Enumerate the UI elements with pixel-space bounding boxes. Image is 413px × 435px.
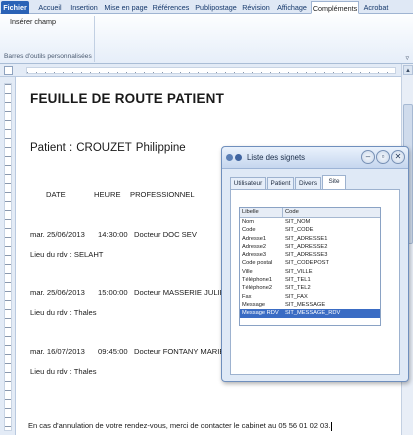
horizontal-ruler-scale — [26, 67, 396, 74]
item-code: SIT_NOM — [285, 219, 311, 225]
list-item-selected[interactable]: Message RDV SIT_MESSAGE_RDV — [240, 309, 380, 318]
restore-icon[interactable]: ▫ — [376, 150, 390, 164]
list-item[interactable]: Ville SIT_VILLE — [240, 268, 380, 276]
item-libelle: Nom — [242, 219, 255, 225]
ribbon-group-separator — [94, 16, 95, 62]
column-code[interactable]: Code — [285, 208, 299, 217]
item-code: SIT_FAX — [285, 293, 308, 300]
tab-selector-icon[interactable] — [4, 66, 13, 75]
close-icon[interactable]: ✕ — [391, 150, 405, 164]
tab-acrobat[interactable]: Acrobat — [361, 1, 391, 14]
list-item[interactable]: Code postal SIT_CODEPOST — [240, 259, 380, 267]
column-libelle[interactable]: Libelle — [242, 208, 259, 217]
ribbon-panel: Insérer champ Barres d'outils personnali… — [0, 14, 413, 64]
appointment-time: 09:45:00 — [98, 347, 128, 356]
item-libelle: Téléphone2 — [242, 285, 273, 292]
tab-accueil[interactable]: Accueil — [34, 1, 66, 14]
item-code: SIT_ADRESSE2 — [285, 243, 328, 250]
tab-complements[interactable]: Compléments — [311, 1, 359, 14]
appointment-professional: Docteur MASSERIE JULIEN — [134, 288, 231, 297]
header-professional: PROFESSIONNEL — [130, 190, 195, 199]
item-libelle: Téléphone1 — [242, 277, 273, 284]
patient-lastname: CROUZET — [76, 142, 132, 154]
appointment-location: Lieu du rdv : Thales — [30, 367, 97, 376]
item-libelle: Adresse1 — [242, 235, 267, 242]
patient-label: Patient : — [30, 142, 73, 154]
tab-mise-en-page[interactable]: Mise en page — [104, 1, 148, 14]
appointment-professional: Docteur DOC SEV — [134, 230, 197, 239]
list-item[interactable]: Téléphone1 SIT_TEL1 — [240, 276, 380, 284]
item-libelle: Code postal — [242, 260, 273, 267]
list-header: Libelle Code — [240, 208, 380, 218]
tab-patient[interactable]: Patient — [267, 177, 294, 189]
tab-publipostage[interactable]: Publipostage — [194, 1, 238, 14]
list-item[interactable]: Adresse3 SIT_ADRESSE3 — [240, 251, 380, 259]
patient-firstname: Philippine — [135, 142, 186, 154]
appointment-date: mar. 25/06/2013 — [30, 288, 85, 297]
minimize-icon[interactable]: – — [361, 150, 375, 164]
item-code: SIT_MESSAGE — [285, 301, 326, 308]
item-code: SIT_ADRESSE3 — [285, 252, 328, 259]
appointment-time: 15:00:00 — [98, 288, 128, 297]
item-libelle: Fax — [242, 293, 252, 300]
document-title: FEUILLE DE ROUTE PATIENT — [30, 91, 225, 106]
header-hour: HEURE — [94, 190, 121, 199]
patient-line: Patient : CROUZET Philippine — [30, 142, 190, 154]
list-item[interactable]: Nom SIT_NOM — [240, 218, 380, 226]
item-libelle: Code — [242, 227, 256, 234]
appointment-location: Lieu du rdv : SELAHT — [30, 250, 104, 259]
list-empty-space — [240, 318, 380, 325]
footer-text: En cas d'annulation de votre rendez-vous… — [28, 421, 331, 430]
vertical-ruler[interactable] — [0, 77, 16, 435]
item-code: SIT_MESSAGE_RDV — [285, 310, 341, 317]
insert-field-button[interactable]: Insérer champ — [10, 17, 56, 26]
item-libelle: Message — [242, 301, 266, 308]
horizontal-ruler[interactable] — [0, 64, 413, 77]
tab-fichier[interactable]: Fichier — [1, 1, 29, 14]
tab-references[interactable]: Références — [152, 1, 190, 14]
list-item[interactable]: Code SIT_CODE — [240, 226, 380, 234]
appointment-professional: Docteur FONTANY MARIE — [134, 347, 225, 356]
list-item[interactable]: Fax SIT_FAX — [240, 293, 380, 301]
dialog-system-icon[interactable] — [226, 154, 233, 161]
appointment-date: mar. 25/06/2013 — [30, 230, 85, 239]
item-code: SIT_CODE — [285, 227, 314, 234]
item-code: SIT_CODEPOST — [285, 260, 329, 267]
bookmark-list-dialog: Liste des signets – ▫ ✕ Utilisateur Pati… — [221, 146, 409, 382]
tab-revision[interactable]: Révision — [241, 1, 271, 14]
item-code: SIT_TEL2 — [285, 285, 311, 292]
list-item[interactable]: Adresse1 SIT_ADRESSE1 — [240, 235, 380, 243]
column-separator[interactable] — [282, 208, 283, 217]
item-code: SIT_VILLE — [285, 268, 313, 275]
tab-insertion[interactable]: Insertion — [67, 1, 101, 14]
appointment-date: mar. 16/07/2013 — [30, 347, 85, 356]
ribbon-tab-bar: Fichier Accueil Insertion Mise en page R… — [0, 0, 413, 14]
item-code: SIT_TEL1 — [285, 277, 311, 284]
appointment-location: Lieu du rdv : Thales — [30, 308, 97, 317]
vertical-ruler-scale — [4, 83, 12, 431]
tab-divers[interactable]: Divers — [295, 177, 321, 189]
ribbon-group-label: Barres d'outils personnalisées — [4, 53, 92, 60]
header-date: DATE — [46, 190, 66, 199]
list-item[interactable]: Téléphone2 SIT_TEL2 — [240, 284, 380, 292]
list-item[interactable]: Adresse2 SIT_ADRESSE2 — [240, 243, 380, 251]
tab-affichage[interactable]: Affichage — [274, 1, 310, 14]
collapse-ribbon-icon[interactable]: ▿ — [405, 54, 409, 62]
scroll-up-icon[interactable]: ▲ — [403, 65, 413, 75]
item-libelle: Adresse3 — [242, 252, 267, 259]
dialog-titlebar[interactable]: Liste des signets – ▫ ✕ — [222, 147, 408, 169]
dialog-title: Liste des signets — [247, 153, 306, 162]
dialog-pin-icon[interactable] — [235, 154, 242, 161]
tab-utilisateur[interactable]: Utilisateur — [230, 177, 266, 189]
item-libelle: Message RDV — [242, 310, 279, 317]
item-libelle: Ville — [242, 268, 253, 275]
item-code: SIT_ADRESSE1 — [285, 235, 328, 242]
item-libelle: Adresse2 — [242, 243, 267, 250]
list-item[interactable]: Message SIT_MESSAGE — [240, 301, 380, 309]
text-cursor — [331, 421, 333, 431]
cancellation-footer: En cas d'annulation de votre rendez-vous… — [28, 421, 333, 431]
bookmark-list[interactable]: Libelle Code Nom SIT_NOM Code SIT_CODE Adr… — [239, 207, 381, 326]
appointment-time: 14:30:00 — [98, 230, 128, 239]
tab-site[interactable]: Site — [322, 175, 346, 189]
